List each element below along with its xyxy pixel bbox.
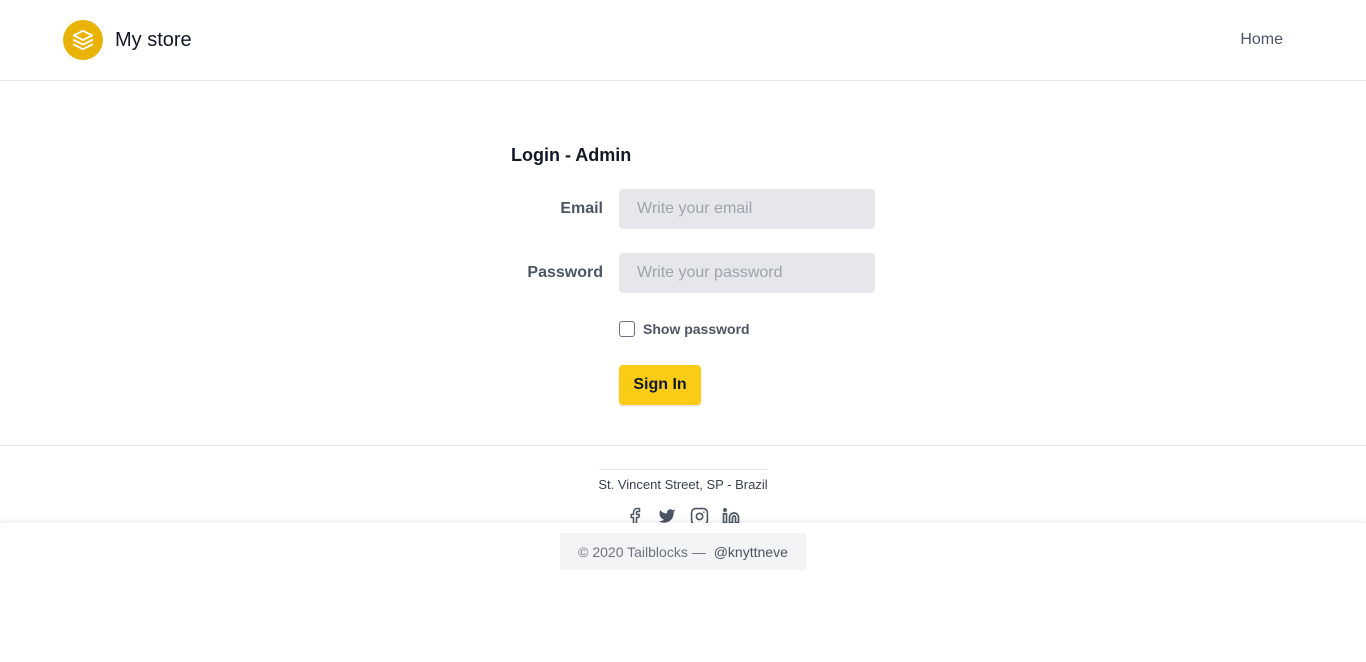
layers-icon [63, 20, 103, 60]
address-divider [599, 469, 768, 470]
brand-name: My store [115, 28, 192, 51]
password-label: Password [527, 264, 603, 281]
show-password-label: Show password [643, 321, 750, 337]
author-handle-link[interactable]: @knyttneve [714, 544, 788, 560]
footer-address: St. Vincent Street, SP - Brazil [598, 477, 768, 492]
email-field[interactable] [619, 189, 875, 229]
copyright-text: © 2020 Tailblocks — [578, 543, 706, 560]
show-password-toggle[interactable]: Show password [619, 320, 750, 338]
sign-in-button[interactable]: Sign In [619, 365, 701, 405]
email-label: Email [560, 200, 603, 217]
show-password-checkbox[interactable] [619, 321, 635, 337]
nav-home-link[interactable]: Home [1240, 30, 1283, 50]
password-field[interactable] [619, 253, 875, 293]
brand-link[interactable]: My store [63, 20, 192, 60]
site-header: My store Home [0, 0, 1366, 81]
copyright-bar: © 2020 Tailblocks — @knyttneve [560, 533, 806, 570]
form-title: Login - Admin [511, 145, 632, 165]
